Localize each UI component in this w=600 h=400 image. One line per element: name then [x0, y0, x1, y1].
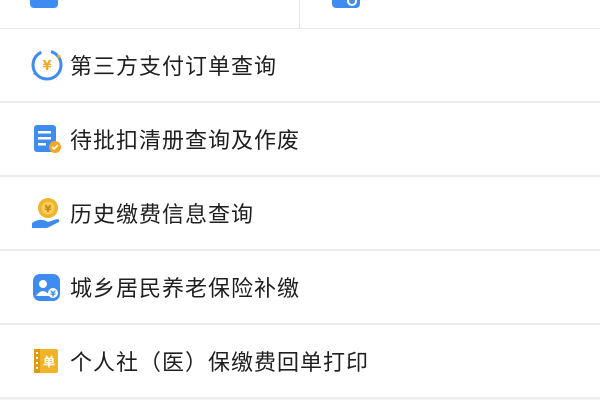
menu-item-pension-insurance-supplement[interactable]: ¥ 城乡居民养老保险补缴	[0, 251, 600, 325]
payment-history-icon: ¥	[32, 198, 60, 228]
svg-text:¥: ¥	[50, 290, 56, 299]
top-grid-cell-left[interactable]	[0, 0, 300, 28]
receipt-print-icon: 单	[34, 349, 58, 373]
svg-text:¥: ¥	[45, 204, 52, 215]
top-grid-cell-right[interactable]	[300, 0, 600, 28]
app-screen: ¥ 第三方支付订单查询 待批扣清册查询及作废 ¥ 历史缴费信息查询 ¥ 城乡居民…	[0, 0, 600, 400]
menu-item-label: 个人社（医）保缴费回单打印	[70, 351, 370, 376]
menu-item-third-party-payment-order-query[interactable]: ¥ 第三方支付订单查询	[0, 29, 600, 103]
document-icon	[30, 0, 58, 8]
svg-text:单: 单	[43, 354, 55, 369]
svg-text:¥: ¥	[42, 59, 51, 74]
menu-item-payment-history-query[interactable]: ¥ 历史缴费信息查询	[0, 177, 600, 251]
top-grid-row	[0, 0, 600, 29]
pending-deduction-list-icon	[34, 125, 61, 153]
search-icon	[332, 0, 360, 8]
menu-item-label: 城乡居民养老保险补缴	[70, 277, 301, 302]
menu-item-label: 第三方支付订单查询	[70, 55, 278, 80]
pension-insurance-icon: ¥	[33, 274, 60, 301]
menu-item-pending-deduction-list[interactable]: 待批扣清册查询及作废	[0, 103, 600, 177]
menu-item-label: 待批扣清册查询及作废	[70, 129, 301, 154]
menu-item-receipt-print[interactable]: 单 个人社（医）保缴费回单打印	[0, 325, 600, 399]
menu-item-label: 历史缴费信息查询	[70, 203, 255, 228]
third-party-payment-icon: ¥	[31, 49, 63, 81]
service-menu-list: ¥ 第三方支付订单查询 待批扣清册查询及作废 ¥ 历史缴费信息查询 ¥ 城乡居民…	[0, 29, 600, 399]
